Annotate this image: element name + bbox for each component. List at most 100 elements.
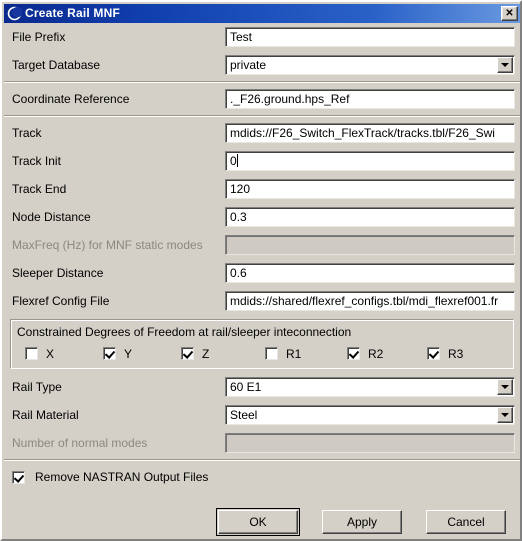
form-container: File Prefix Test Target Database private Coo… xyxy=(4,23,520,484)
window-title: Create Rail MNF xyxy=(25,6,121,20)
input-track-init[interactable]: 0 xyxy=(225,151,515,171)
input-coordinate-reference[interactable]: ._F26.ground.hps_Ref xyxy=(225,89,515,109)
field-label: Sleeper Distance xyxy=(12,266,104,280)
checkbox-indicator[interactable] xyxy=(347,347,360,360)
dropdown-value: private xyxy=(230,58,267,72)
input-track-end[interactable]: 120 xyxy=(225,179,515,199)
dropdown-rail-material[interactable]: Steel xyxy=(225,405,515,425)
form-row: Target Database private xyxy=(4,51,520,79)
checkbox-label: R3 xyxy=(448,346,464,361)
constrained-dof-title: Constrained Degrees of Freedom at rail/s… xyxy=(17,325,352,339)
field-label: Coordinate Reference xyxy=(12,92,130,106)
checkbox-label: Remove NASTRAN Output Files xyxy=(35,470,209,484)
remove-nastran-checkbox[interactable]: Remove NASTRAN Output Files xyxy=(4,463,520,484)
field-label: Rail Material xyxy=(12,408,79,422)
field-label: Flexref Config File xyxy=(12,294,110,308)
form-row: Track End 120 xyxy=(4,175,520,203)
field-wrapper: 0 xyxy=(225,151,520,171)
field-wrapper: 120 xyxy=(225,179,520,199)
form-row: Node Distance 0.3 xyxy=(4,203,520,231)
checkbox-label: R2 xyxy=(368,346,384,361)
form-row: Coordinate Reference ._F26.ground.hps_Ref xyxy=(4,85,520,113)
checkbox-label: X xyxy=(46,346,55,361)
dialog-button-bar: OK Apply Cancel xyxy=(4,508,520,536)
form-row: File Prefix Test xyxy=(4,23,520,51)
title-bar[interactable]: Create Rail MNF ✕ xyxy=(4,4,520,23)
form-row: Track Init 0 xyxy=(4,147,520,175)
checkbox-indicator[interactable] xyxy=(25,347,38,360)
form-row: Flexref Config File mdids://shared/flexre… xyxy=(4,287,520,315)
constrained-dof-group: Constrained Degrees of Freedom at rail/s… xyxy=(10,319,514,369)
dof-checkbox-y[interactable]: Y xyxy=(103,347,132,361)
input-sleeper-distance[interactable]: 0.6 xyxy=(225,263,515,283)
checkbox-indicator[interactable] xyxy=(265,347,278,360)
dof-checkbox-r3[interactable]: R3 xyxy=(427,347,463,361)
dof-checkbox-z[interactable]: Z xyxy=(181,347,209,361)
chevron-down-icon[interactable] xyxy=(497,379,513,395)
chevron-down-icon[interactable] xyxy=(497,407,513,423)
apply-button[interactable]: Apply xyxy=(322,510,402,534)
dof-checkbox-x[interactable]: X xyxy=(25,347,54,361)
form-row: Rail Type 60 E1 xyxy=(4,373,520,401)
checkbox-label: Y xyxy=(124,346,133,361)
checkbox-indicator[interactable] xyxy=(181,347,194,360)
input-value: mdids://F26_Switch_FlexTrack/tracks.tbl/… xyxy=(230,126,495,140)
chevron-down-icon[interactable] xyxy=(497,57,513,73)
checkbox-indicator[interactable] xyxy=(427,347,440,360)
checkbox-indicator[interactable] xyxy=(103,347,116,360)
close-icon[interactable]: ✕ xyxy=(501,6,518,21)
dialog-client-area: File Prefix Test Target Database private Coo… xyxy=(4,23,520,539)
field-label: Node Distance xyxy=(12,210,91,224)
input-node-distance[interactable]: 0.3 xyxy=(225,207,515,227)
field-wrapper: 0.6 xyxy=(225,263,520,283)
checkbox-label: Z xyxy=(202,346,210,361)
create-rail-mnf-dialog: Create Rail MNF ✕ File Prefix Test Target … xyxy=(0,0,522,541)
input-maxfreq-hz-for-mnf-static-modes xyxy=(225,235,515,255)
dropdown-value: Steel xyxy=(230,408,258,422)
field-label: Target Database xyxy=(12,58,101,72)
field-wrapper: mdids://shared/flexref_configs.tbl/mdi_f… xyxy=(225,291,520,311)
field-wrapper: 0.3 xyxy=(225,207,520,227)
checkbox-indicator[interactable] xyxy=(12,470,25,484)
field-wrapper: Steel xyxy=(225,405,520,425)
input-file-prefix[interactable]: Test xyxy=(225,27,515,47)
dropdown-value: 60 E1 xyxy=(230,380,262,394)
field-wrapper xyxy=(225,235,520,255)
checkbox-label: R1 xyxy=(286,346,302,361)
field-label: Track Init xyxy=(12,154,61,168)
field-label: MaxFreq (Hz) for MNF static modes xyxy=(12,238,203,252)
cancel-button[interactable]: Cancel xyxy=(426,510,506,534)
dof-checkbox-r1[interactable]: R1 xyxy=(265,347,301,361)
field-wrapper: 60 E1 xyxy=(225,377,520,397)
form-row: Sleeper Distance 0.6 xyxy=(4,259,520,287)
input-track[interactable]: mdids://F26_Switch_FlexTrack/tracks.tbl/… xyxy=(225,123,515,143)
field-label: Track xyxy=(12,126,42,140)
input-value: ._F26.ground.hps_Ref xyxy=(230,92,350,106)
dropdown-rail-type[interactable]: 60 E1 xyxy=(225,377,515,397)
field-label: Track End xyxy=(12,182,67,196)
field-wrapper: ._F26.ground.hps_Ref xyxy=(225,89,520,109)
input-value: 0.6 xyxy=(230,266,247,280)
form-row: Rail Material Steel xyxy=(4,401,520,429)
form-row: Track mdids://F26_Switch_FlexTrack/tracks… xyxy=(4,119,520,147)
form-row: Number of normal modes xyxy=(4,429,520,457)
dof-checkbox-r2[interactable]: R2 xyxy=(347,347,383,361)
moon-icon xyxy=(7,6,22,21)
text-caret xyxy=(236,154,238,167)
field-label: Rail Type xyxy=(12,380,62,394)
input-value: 0 xyxy=(230,154,237,168)
ok-button[interactable]: OK xyxy=(216,508,300,536)
field-wrapper: private xyxy=(225,55,520,75)
dropdown-target-database[interactable]: private xyxy=(225,55,515,75)
form-row: MaxFreq (Hz) for MNF static modes xyxy=(4,231,520,259)
input-flexref-config-file[interactable]: mdids://shared/flexref_configs.tbl/mdi_f… xyxy=(225,291,515,311)
section-divider xyxy=(4,115,520,117)
field-wrapper: mdids://F26_Switch_FlexTrack/tracks.tbl/… xyxy=(225,123,520,143)
input-value: mdids://shared/flexref_configs.tbl/mdi_f… xyxy=(230,294,499,308)
dof-checkbox-row: X Y Z R1 R2 R3 xyxy=(17,346,507,361)
section-divider xyxy=(4,81,520,83)
field-wrapper: Test xyxy=(225,27,520,47)
input-value: 120 xyxy=(230,182,251,196)
input-value: 0.3 xyxy=(230,210,247,224)
input-number-of-normal-modes xyxy=(225,433,515,453)
